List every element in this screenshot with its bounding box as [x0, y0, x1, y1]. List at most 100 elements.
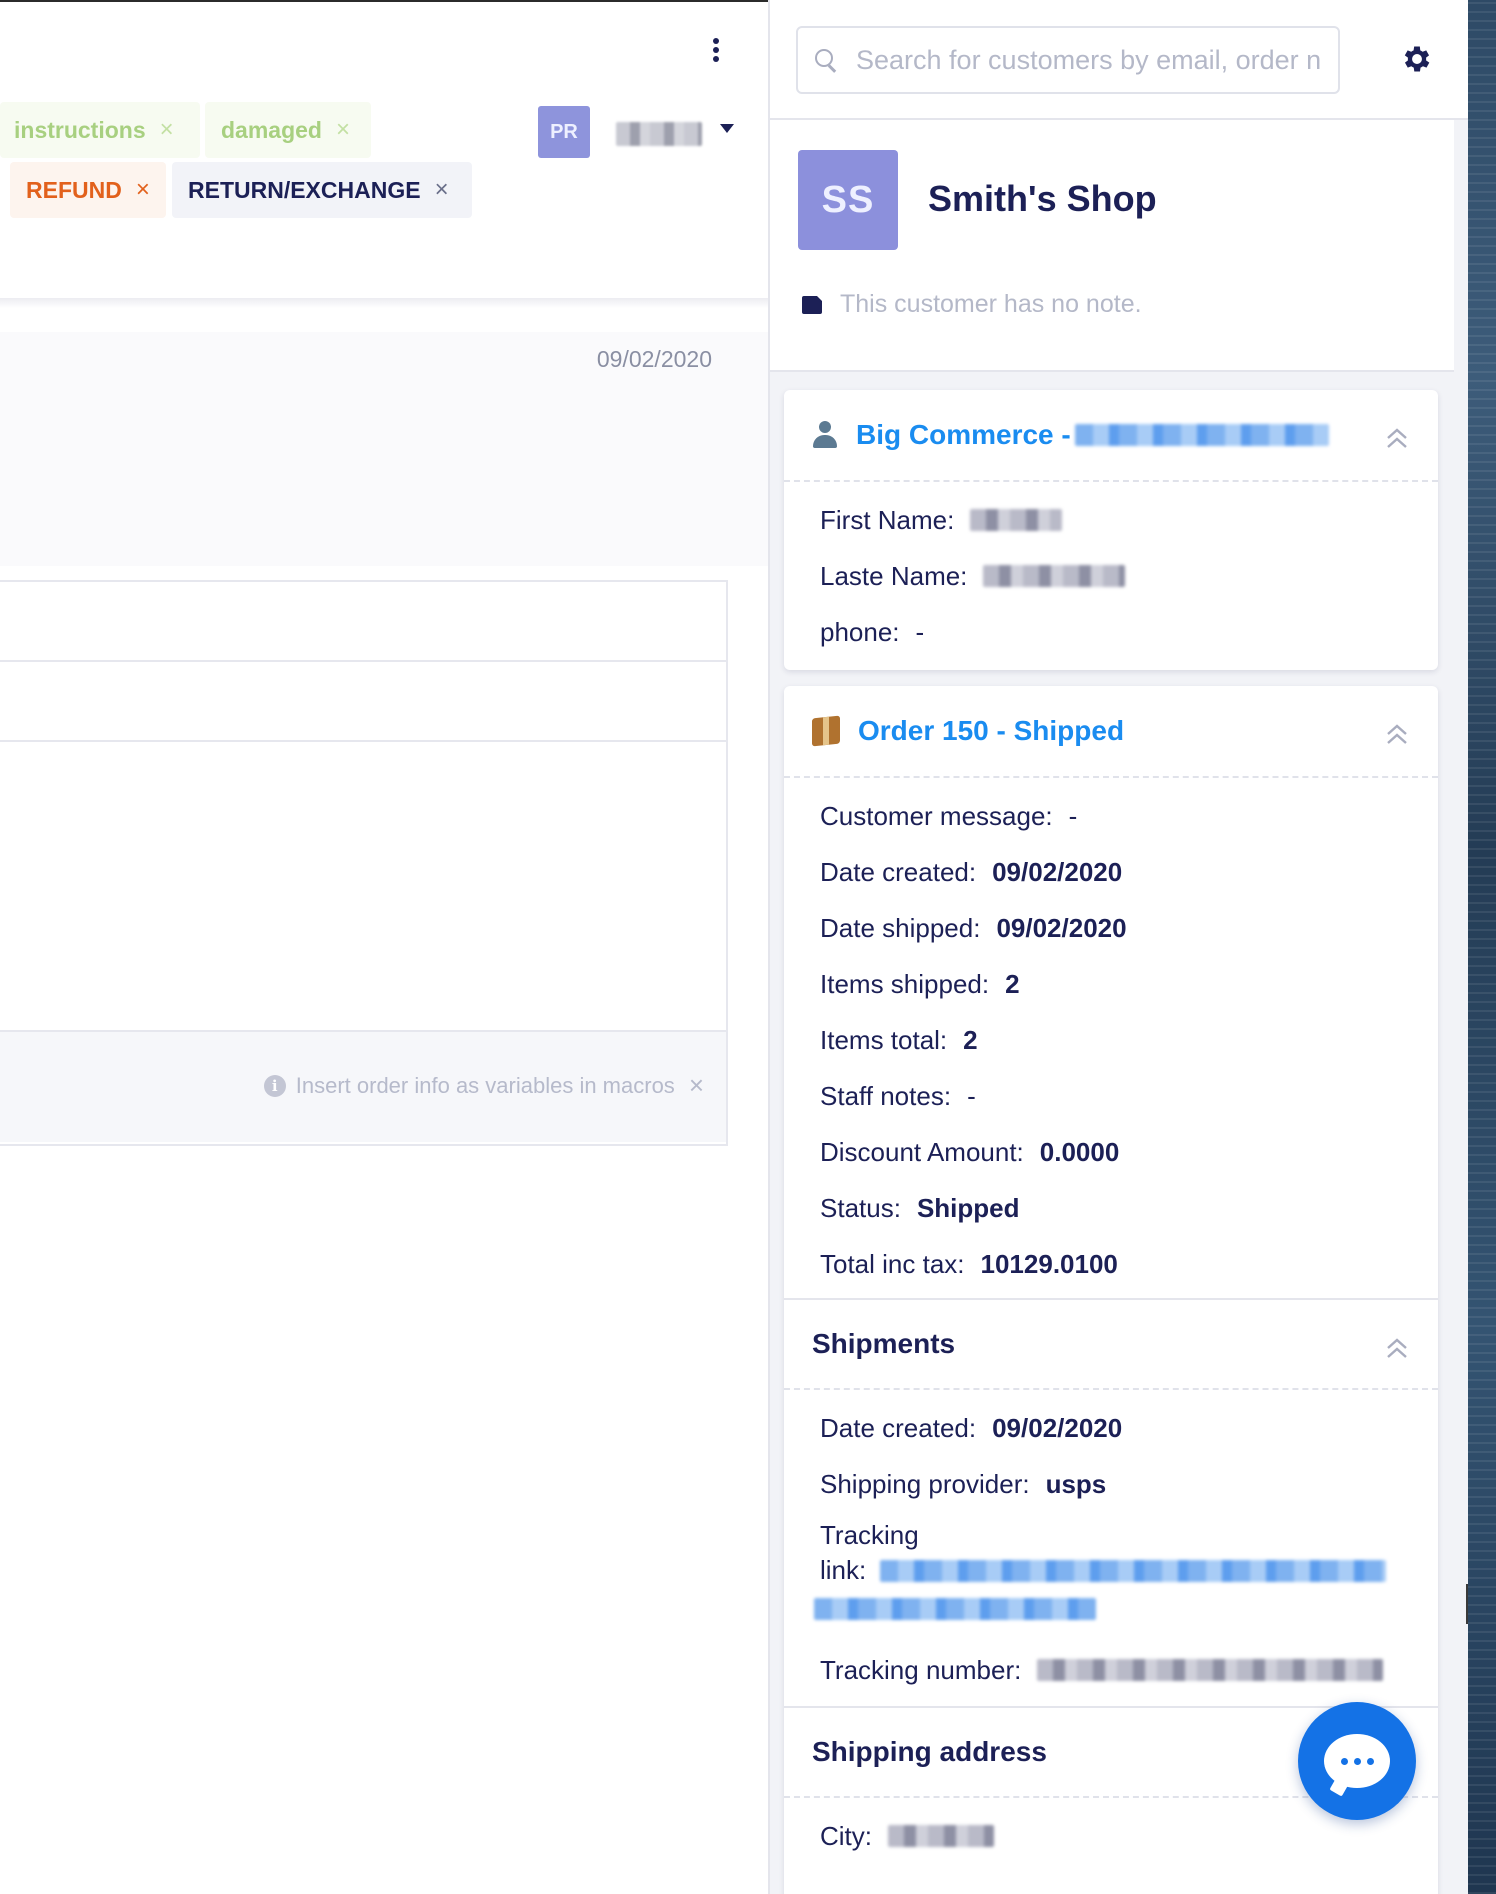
tag-instructions[interactable]: instructions ×	[0, 102, 200, 158]
tag-label: instructions	[14, 116, 146, 143]
message: 09/02/2020	[0, 332, 768, 566]
tracking-link-redacted[interactable]	[880, 1559, 1387, 1582]
search-bar	[770, 0, 1470, 120]
order-field-row: Items shipped: 2	[820, 956, 1438, 1012]
tracking-number-row: Tracking number:	[820, 1642, 1438, 1698]
phone-row: phone: -	[820, 604, 1438, 660]
reply-body-input[interactable]	[0, 742, 726, 1032]
shipment-date-row: Date created: 09/02/2020	[820, 1400, 1438, 1456]
macro-hint-text: Insert order info as variables in macros	[295, 1072, 675, 1098]
tag-label: RETURN/EXCHANGE	[188, 176, 421, 203]
field-value: 2	[1005, 968, 1020, 999]
first-name-row: First Name:	[820, 492, 1438, 548]
tag-label: REFUND	[26, 176, 122, 203]
order-field-row: Customer message: -	[820, 788, 1438, 844]
field-label: Customer message:	[820, 800, 1053, 831]
bigcommerce-title[interactable]: Big Commerce -	[856, 419, 1071, 451]
customer-sidebar: SS Smith's Shop This customer has no not…	[768, 0, 1470, 1894]
collapse-icon[interactable]	[1384, 426, 1410, 450]
close-icon[interactable]: ×	[689, 1070, 704, 1101]
order-field-row: Status: Shipped	[820, 1180, 1438, 1236]
city-value-redacted	[888, 1825, 994, 1847]
tracking-link-label: Tracking	[820, 1520, 919, 1550]
collapse-icon[interactable]	[1384, 1336, 1410, 1360]
more-options-icon[interactable]	[704, 36, 728, 64]
customer-card: SS Smith's Shop This customer has no not…	[770, 120, 1454, 372]
tag-refund[interactable]: REFUND ×	[10, 162, 166, 218]
tracking-link-label-2: link:	[820, 1555, 867, 1585]
customer-name-redacted[interactable]	[1074, 424, 1329, 446]
field-label: Tracking number:	[820, 1654, 1022, 1685]
remove-tag-icon[interactable]: ×	[136, 176, 150, 204]
field-value: 09/02/2020	[992, 856, 1123, 887]
field-label: Discount Amount:	[820, 1136, 1024, 1167]
bigcommerce-customer-card: Big Commerce - First Name: Laste Name: p…	[784, 390, 1438, 670]
field-label: Shipping provider:	[820, 1468, 1030, 1499]
shipments-title: Shipments	[812, 1328, 956, 1359]
tracking-link-row: Tracking link:	[814, 1512, 1438, 1642]
info-icon: i	[263, 1074, 286, 1097]
field-value: 10129.0100	[980, 1248, 1118, 1279]
shipments-header[interactable]: Shipments	[784, 1298, 1438, 1390]
chat-launcher-button[interactable]	[1298, 1702, 1416, 1820]
tracking-number-redacted	[1037, 1659, 1384, 1681]
field-label: Date created:	[820, 1412, 977, 1443]
remove-tag-icon[interactable]: ×	[160, 116, 174, 144]
field-label: Total inc tax:	[820, 1248, 965, 1279]
order-field-row: Date created: 09/02/2020	[820, 844, 1438, 900]
search-box[interactable]	[796, 26, 1340, 94]
note-icon	[802, 295, 823, 314]
shipping-address-title: Shipping address	[812, 1736, 1047, 1767]
package-icon	[812, 715, 840, 747]
desktop-background	[1468, 0, 1496, 1894]
field-value: Shipped	[916, 1192, 1020, 1223]
tracking-link-redacted-cont[interactable]	[814, 1598, 1096, 1620]
user-icon	[812, 421, 838, 449]
order-card-header[interactable]: Order 150 - Shipped	[784, 686, 1438, 778]
order-field-row: Date shipped: 09/02/2020	[820, 900, 1438, 956]
order-field-row: Total inc tax: 10129.0100	[820, 1236, 1438, 1292]
field-value: 09/02/2020	[996, 912, 1127, 943]
order-field-row: Staff notes: -	[820, 1068, 1438, 1124]
ticket-panel: instructions × damaged × REFUND × RETURN…	[0, 0, 768, 1894]
tag-label: damaged	[221, 116, 322, 143]
field-value: 0.0000	[1039, 1136, 1120, 1167]
field-label: Staff notes:	[820, 1080, 952, 1111]
reply-subject-field[interactable]	[0, 662, 726, 742]
gear-icon[interactable]	[1400, 42, 1434, 76]
field-label: Items shipped:	[820, 968, 990, 999]
remove-tag-icon[interactable]: ×	[336, 116, 350, 144]
phone-label: phone:	[820, 616, 900, 647]
tag-damaged[interactable]: damaged ×	[205, 102, 371, 158]
macro-hint: i Insert order info as variables in macr…	[263, 1070, 704, 1101]
assignee-avatar[interactable]: PR	[538, 106, 590, 158]
assignee-name-redacted[interactable]	[616, 122, 702, 146]
field-value: 2	[963, 1024, 978, 1055]
order-title[interactable]: Order 150 - Shipped	[858, 715, 1124, 747]
collapse-icon[interactable]	[1384, 722, 1410, 746]
field-label: Status:	[820, 1192, 901, 1223]
reply-recipients-field[interactable]	[0, 582, 726, 662]
first-name-label: First Name:	[820, 504, 955, 535]
last-name-row: Laste Name:	[820, 548, 1438, 604]
tag-return-exchange[interactable]: RETURN/EXCHANGE ×	[172, 162, 472, 218]
bigcommerce-card-header[interactable]: Big Commerce -	[784, 390, 1438, 482]
last-name-label: Laste Name:	[820, 560, 968, 591]
assignee-dropdown-icon[interactable]	[720, 124, 734, 133]
field-value: 09/02/2020	[992, 1412, 1123, 1443]
search-icon	[814, 48, 838, 72]
chat-icon	[1324, 1734, 1390, 1788]
field-value: -	[967, 1080, 976, 1111]
customer-note[interactable]: This customer has no note.	[840, 290, 1142, 319]
shipping-provider-row: Shipping provider: usps	[820, 1456, 1438, 1512]
customer-name[interactable]: Smith's Shop	[928, 178, 1157, 220]
search-input[interactable]	[856, 44, 1336, 76]
field-label: Items total:	[820, 1024, 948, 1055]
message-date: 09/02/2020	[596, 346, 712, 372]
remove-tag-icon[interactable]: ×	[435, 176, 449, 204]
customer-avatar: SS	[798, 150, 898, 250]
reply-editor: i Insert order info as variables in macr…	[0, 580, 728, 1146]
field-value: -	[1068, 800, 1078, 831]
field-label: Date created:	[820, 856, 977, 887]
order-field-row: Discount Amount: 0.0000	[820, 1124, 1438, 1180]
